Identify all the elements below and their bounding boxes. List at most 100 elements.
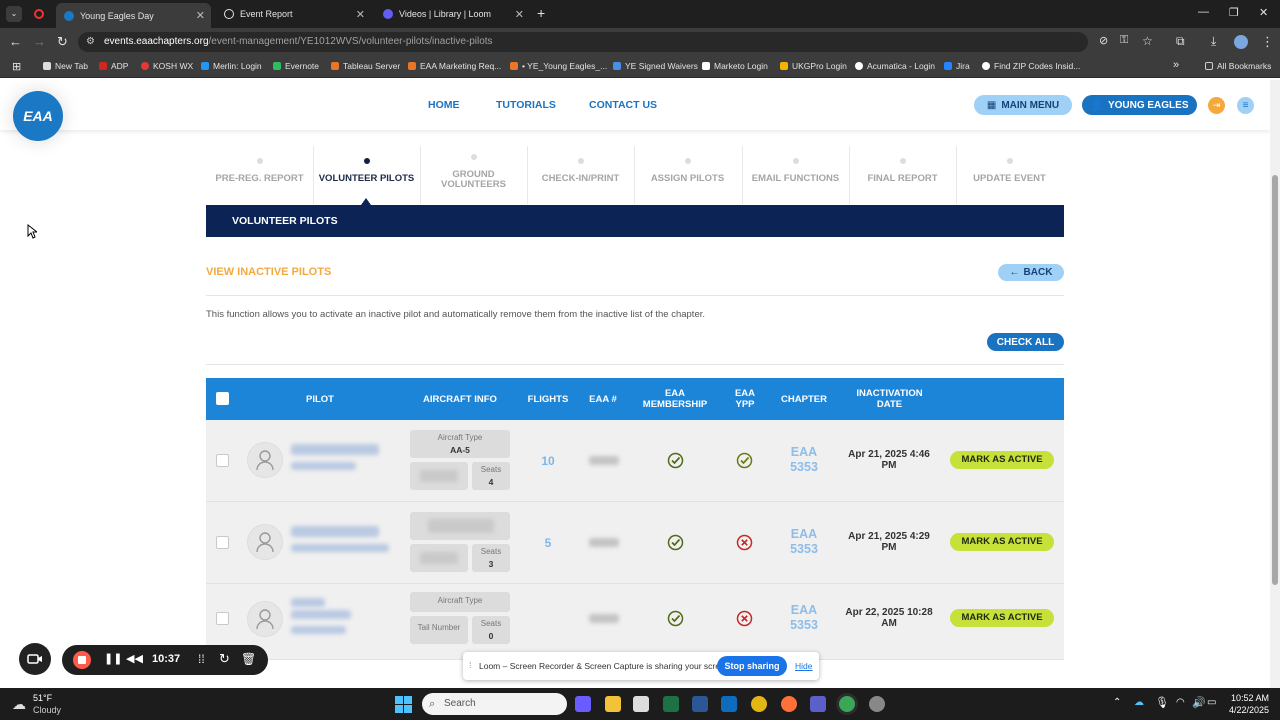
row-checkbox[interactable] <box>216 612 229 625</box>
profile-avatar[interactable] <box>1234 35 1248 49</box>
mark-as-active-button[interactable]: MARK AS ACTIVE <box>950 533 1054 551</box>
star-icon[interactable]: ☆ <box>1142 34 1153 48</box>
reload-icon[interactable]: ↻ <box>57 34 68 50</box>
rewind-icon[interactable]: ◀◀ <box>126 652 143 665</box>
chapter-link[interactable]: EAA 5353 <box>774 527 834 557</box>
select-all-checkbox[interactable] <box>216 392 229 405</box>
bookmark-item[interactable]: UKGPro Login <box>780 61 847 71</box>
onedrive-icon[interactable]: ☁ <box>1134 697 1144 708</box>
step-assign-pilots[interactable]: ASSIGN PILOTS <box>634 144 741 184</box>
check-all-button[interactable]: CHECK ALL <box>987 333 1064 351</box>
settings-gear-icon[interactable] <box>869 696 885 712</box>
download-icon[interactable]: ⤓ <box>1211 34 1216 49</box>
step-final-report[interactable]: FINAL REPORT <box>849 144 956 184</box>
bookmark-item[interactable]: Acumatica - Login <box>855 61 935 71</box>
tab-loom-library[interactable]: Videos | Library | Loom ✕ <box>375 4 530 24</box>
tab-young-eagles-day[interactable]: Young Eagles Day ✕ <box>56 3 211 28</box>
eye-off-icon[interactable]: ⊘ <box>1099 34 1108 47</box>
chevron-right-icon[interactable]: » <box>1173 59 1179 71</box>
bookmark-item[interactable]: • YE_Young Eagles_... <box>510 61 607 71</box>
restart-icon[interactable]: ↻ <box>219 651 230 667</box>
bookmark-item[interactable]: Merlin: Login <box>201 61 262 71</box>
windows-start-icon[interactable] <box>395 696 412 713</box>
wifi-icon[interactable]: ◠ <box>1176 697 1185 708</box>
nav-contact-us[interactable]: CONTACT US <box>589 99 657 111</box>
new-tab-plus-icon[interactable]: + <box>537 5 545 21</box>
young-eagles-button[interactable]: 👤 YOUNG EAGLES <box>1082 95 1197 115</box>
tab-search-icon[interactable]: ⌄ <box>6 6 22 22</box>
nav-tutorials[interactable]: TUTORIALS <box>496 99 556 111</box>
nav-home[interactable]: HOME <box>428 99 460 111</box>
key-icon[interactable]: ⚿ <box>1120 34 1128 47</box>
taskbar-search-input[interactable]: ⌕ Search <box>422 693 567 715</box>
bookmark-item[interactable]: EAA Marketing Req... <box>408 61 501 71</box>
main-menu-button[interactable]: ▦ MAIN MENU <box>974 95 1072 115</box>
mark-as-active-button[interactable]: MARK AS ACTIVE <box>950 609 1054 627</box>
stop-sharing-button[interactable]: Stop sharing <box>717 656 787 676</box>
battery-icon[interactable]: ▭ <box>1207 697 1216 708</box>
window-close-icon[interactable]: ✕ <box>1259 6 1268 19</box>
flights-link[interactable]: 5 <box>524 536 572 550</box>
minimize-icon[interactable]: — <box>1198 6 1209 18</box>
microphone-icon[interactable]: 🎙 <box>1155 696 1169 709</box>
row-checkbox[interactable] <box>216 536 229 549</box>
file-explorer-icon[interactable] <box>605 696 621 712</box>
more-menu-icon[interactable]: ⋮ <box>1261 34 1274 50</box>
drag-handle-icon[interactable]: ⁞⁞ <box>198 652 205 666</box>
step-pre-reg-report[interactable]: PRE-REG. REPORT <box>206 144 313 184</box>
bookmark-item[interactable]: New Tab <box>43 61 88 71</box>
pause-icon[interactable]: ❚❚ <box>104 652 122 665</box>
volume-icon[interactable]: 🔊 <box>1192 696 1206 709</box>
close-tab-icon[interactable]: ✕ <box>196 9 205 22</box>
stop-recording-button[interactable] <box>73 651 91 669</box>
step-email-functions[interactable]: EMAIL FUNCTIONS <box>742 144 849 184</box>
flights-link[interactable]: 10 <box>524 454 572 468</box>
hide-link[interactable]: Hide <box>795 661 812 671</box>
all-bookmarks[interactable]: All Bookmarks <box>1205 61 1271 71</box>
row-checkbox[interactable] <box>216 454 229 467</box>
teams-icon[interactable] <box>810 696 826 712</box>
eaa-logo[interactable]: EAA <box>13 91 63 141</box>
bookmark-item[interactable]: Evernote <box>273 61 319 71</box>
apps-grid-icon[interactable]: ⊞ <box>12 60 21 73</box>
hamburger-menu-icon[interactable]: ≡ <box>1237 97 1254 114</box>
step-ground-volunteers[interactable]: GROUND VOLUNTEERS <box>420 140 527 190</box>
clock-time[interactable]: 10:52 AM <box>1225 693 1269 703</box>
tab-event-report[interactable]: Event Report ✕ <box>216 4 371 24</box>
extensions-icon[interactable]: ⧉ <box>1176 34 1185 49</box>
drag-handle-icon[interactable]: ⁞ <box>469 660 472 670</box>
close-tab-icon[interactable]: ✕ <box>515 8 524 21</box>
scrollbar-thumb[interactable] <box>1272 175 1278 585</box>
chapter-link[interactable]: EAA 5353 <box>774 603 834 633</box>
word-icon[interactable] <box>692 696 708 712</box>
copilot-icon[interactable] <box>575 696 591 712</box>
back-button[interactable]: ← BACK <box>998 264 1064 281</box>
restore-icon[interactable]: ❐ <box>1229 6 1239 19</box>
outlook-icon[interactable] <box>721 696 737 712</box>
weather-temp[interactable]: 51°F <box>33 693 52 703</box>
site-info-icon[interactable]: ⚙ <box>86 32 95 52</box>
step-update-event[interactable]: UPDATE EVENT <box>956 144 1063 184</box>
clock-date[interactable]: 4/22/2025 <box>1225 705 1269 715</box>
page-scrollbar[interactable] <box>1270 80 1280 688</box>
excel-icon[interactable] <box>663 696 679 712</box>
chrome-icon[interactable] <box>751 696 767 712</box>
chrome-active-icon[interactable] <box>839 696 855 712</box>
bookmark-item[interactable]: Jira <box>944 61 970 71</box>
chapter-link[interactable]: EAA 5353 <box>774 445 834 475</box>
bookmark-item[interactable]: KOSH WX <box>141 61 193 71</box>
trash-icon[interactable]: 🗑 <box>241 652 256 666</box>
bookmark-item[interactable]: ADP <box>99 61 128 71</box>
back-arrow-icon[interactable]: ← <box>9 34 22 49</box>
forward-arrow-icon[interactable]: → <box>33 34 46 49</box>
mark-as-active-button[interactable]: MARK AS ACTIVE <box>950 451 1054 469</box>
firefox-icon[interactable] <box>781 696 797 712</box>
bookmark-item[interactable]: Find ZIP Codes Insid... <box>982 61 1080 71</box>
loom-camera-button[interactable] <box>19 643 51 675</box>
url-input[interactable]: ⚙ events.eaachapters.org/event-managemen… <box>78 32 1088 52</box>
step-volunteer-pilots[interactable]: VOLUNTEER PILOTS <box>313 144 420 184</box>
bookmark-item[interactable]: Tableau Server <box>331 61 400 71</box>
snipping-tool-icon[interactable] <box>633 696 649 712</box>
step-check-in-print[interactable]: CHECK-IN/PRINT <box>527 144 634 184</box>
bookmark-item[interactable]: YE Signed Waivers <box>613 61 698 71</box>
